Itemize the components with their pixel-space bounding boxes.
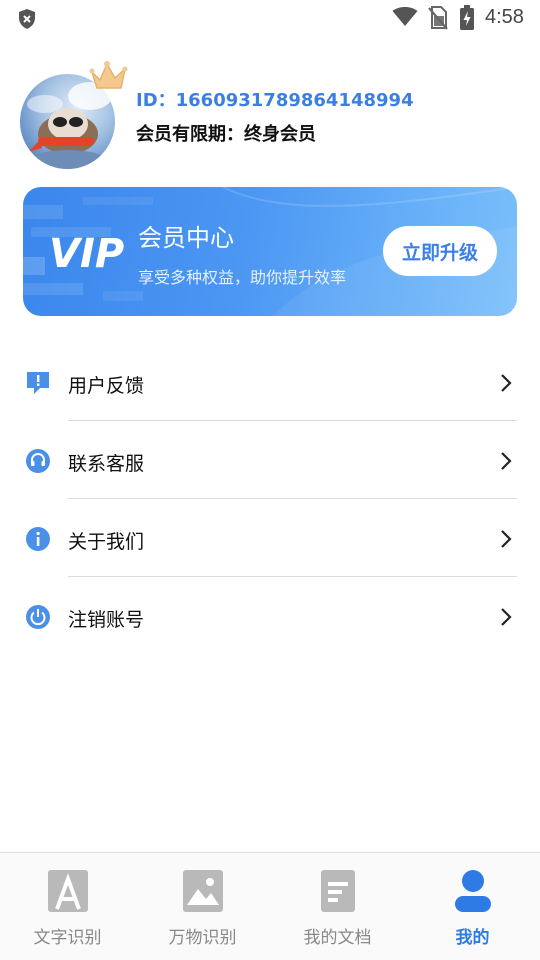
text-recognition-icon xyxy=(48,870,88,912)
menu-item-delete-account[interactable]: 注销账号 xyxy=(0,578,540,656)
nav-item-text-recognition[interactable]: 文字识别 xyxy=(0,853,135,960)
vip-title: 会员中心 xyxy=(138,224,234,252)
nav-label: 我的文档 xyxy=(303,928,372,948)
menu-item-label: 联系客服 xyxy=(68,453,145,475)
divider xyxy=(68,576,517,577)
menu-item-label: 注销账号 xyxy=(68,609,145,631)
crown-icon xyxy=(89,61,128,89)
nav-label: 万物识别 xyxy=(168,928,237,948)
menu-item-label: 用户反馈 xyxy=(68,375,145,397)
wifi-icon xyxy=(392,7,418,26)
no-sim-icon xyxy=(428,6,448,30)
bottom-nav: 文字识别 万物识别 我的文档 我的 xyxy=(0,852,540,960)
menu-item-about[interactable]: 关于我们 xyxy=(0,500,540,578)
upgrade-button[interactable]: 立即升级 xyxy=(383,226,497,276)
nav-item-mine[interactable]: 我的 xyxy=(405,853,540,960)
status-time: 4:58 xyxy=(485,6,524,28)
menu-item-feedback[interactable]: 用户反馈 xyxy=(0,344,540,422)
power-icon xyxy=(26,605,50,629)
document-icon xyxy=(321,870,355,912)
divider xyxy=(68,498,517,499)
vip-subtitle: 享受多种权益，助你提升效率 xyxy=(138,268,347,287)
user-icon xyxy=(455,870,491,912)
shield-x-icon xyxy=(19,9,35,29)
image-recognition-icon xyxy=(183,870,223,912)
chevron-right-icon xyxy=(501,374,512,392)
chevron-right-icon xyxy=(501,530,512,548)
avatar-group[interactable] xyxy=(20,58,130,170)
menu-item-label: 关于我们 xyxy=(68,531,145,553)
nav-label: 我的 xyxy=(455,928,490,948)
nav-item-image-recognition[interactable]: 万物识别 xyxy=(135,853,270,960)
info-icon xyxy=(26,527,50,551)
menu-item-customer-service[interactable]: 联系客服 xyxy=(0,422,540,500)
member-period: 会员有限期：终身会员 xyxy=(136,124,316,145)
nav-label: 文字识别 xyxy=(33,928,102,948)
chevron-right-icon xyxy=(501,608,512,626)
vip-logo-icon: VIP xyxy=(49,231,124,273)
user-id: ID：1660931789864148994 xyxy=(136,90,414,111)
headset-icon xyxy=(26,449,50,473)
nav-item-my-documents[interactable]: 我的文档 xyxy=(270,853,405,960)
feedback-icon xyxy=(27,372,49,394)
svg-text:VIP: VIP xyxy=(49,231,124,273)
chevron-right-icon xyxy=(501,452,512,470)
divider xyxy=(68,420,517,421)
battery-charging-icon xyxy=(460,5,474,30)
status-bar: 4:58 xyxy=(0,0,540,36)
